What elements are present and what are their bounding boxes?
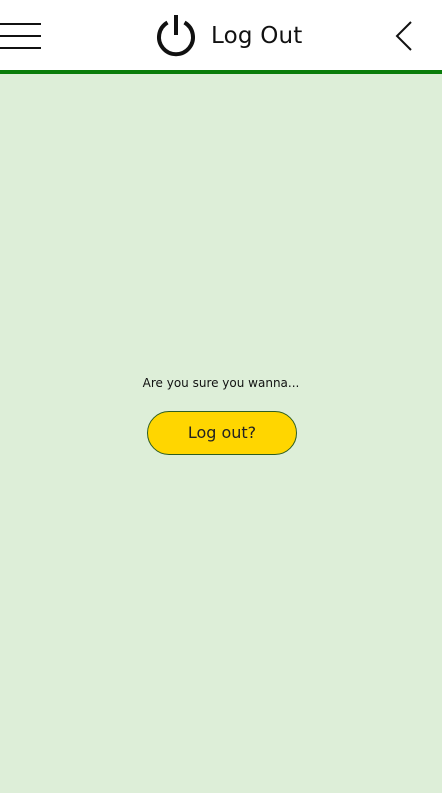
logout-prompt: Are you sure you wanna... [142, 376, 300, 390]
logout-button[interactable]: Log out? [147, 411, 297, 455]
app-header: Log Out [0, 0, 442, 74]
power-icon [157, 15, 195, 57]
hamburger-menu-icon[interactable] [0, 22, 42, 50]
menu-bar-bottom [0, 47, 41, 49]
menu-bar-top [0, 23, 41, 25]
page-title: Log Out [211, 23, 303, 49]
chevron-left-icon [395, 21, 412, 51]
page-title-group: Log Out [153, 12, 303, 60]
back-button[interactable] [391, 19, 421, 55]
menu-bar-middle [0, 35, 41, 37]
